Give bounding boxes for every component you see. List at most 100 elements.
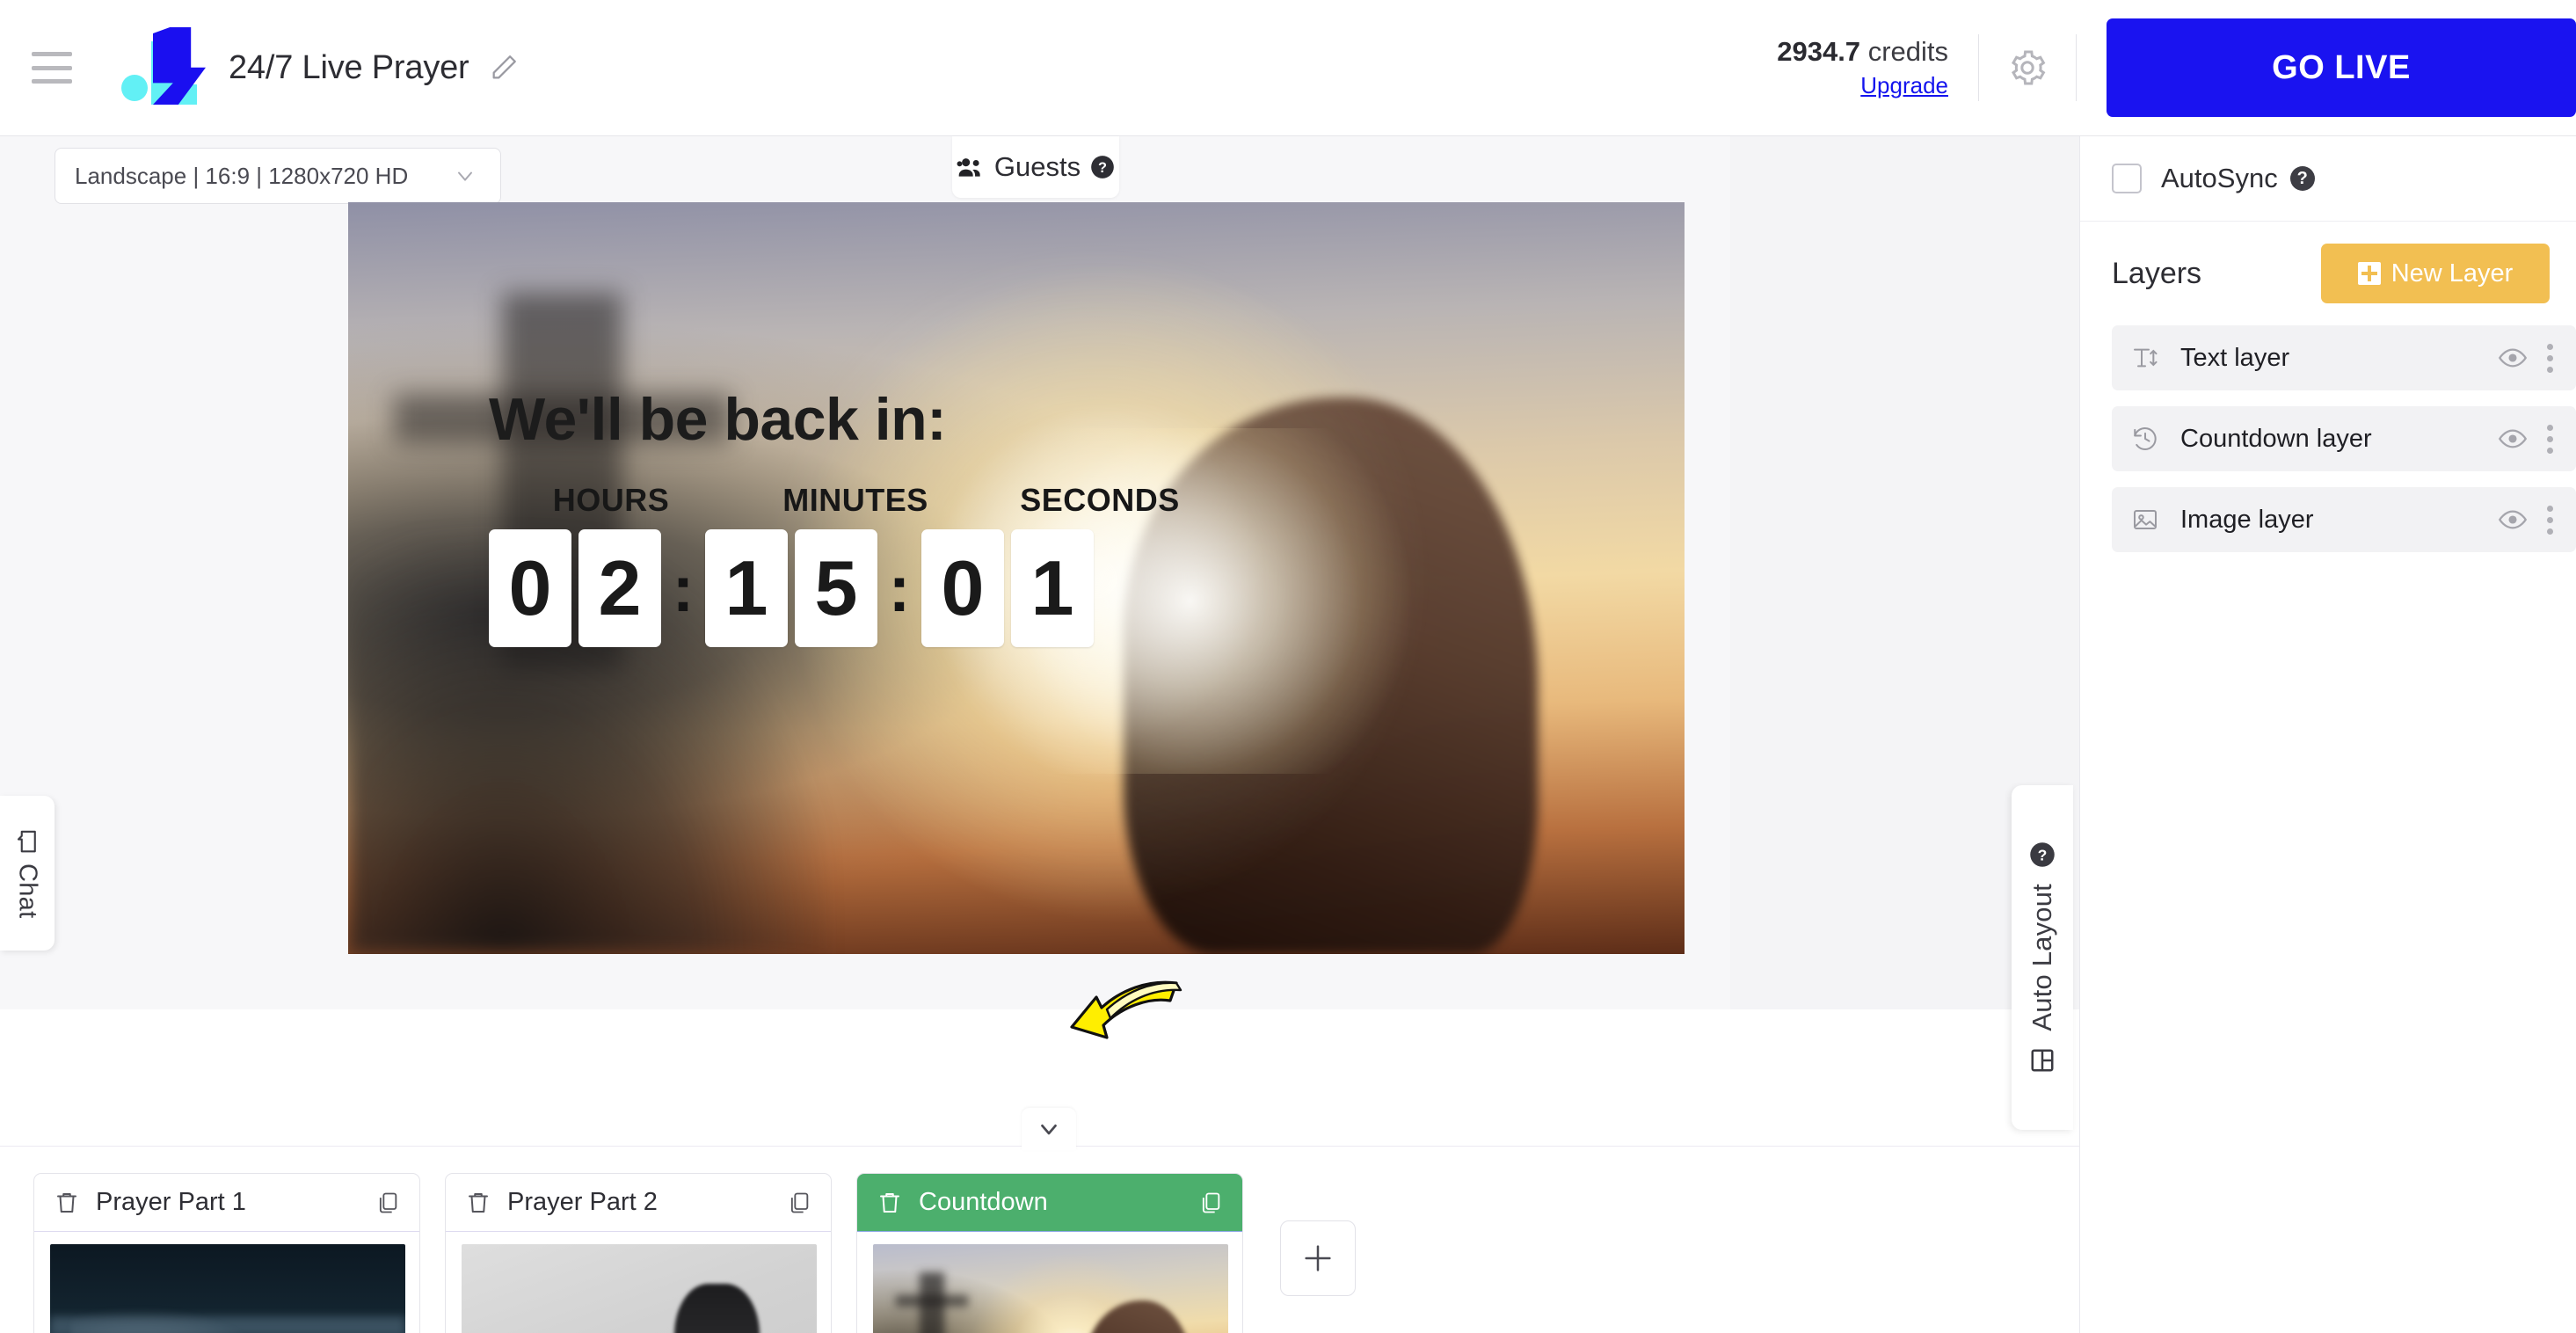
autosync-checkbox[interactable] — [2112, 164, 2142, 193]
aspect-ratio-select[interactable]: Landscape | 16:9 | 1280x720 HD — [55, 148, 501, 204]
kebab-menu-icon[interactable] — [2547, 424, 2553, 454]
scene-header: Countdown — [857, 1174, 1242, 1232]
layout-grid-icon — [2029, 1047, 2056, 1074]
chat-bubble-icon — [14, 828, 40, 855]
stage-inner: Landscape | 16:9 | 1280x720 HD Guests ? — [0, 136, 1730, 1009]
canvas-background-image: We'll be back in: HOURS MINUTES SECONDS … — [348, 202, 1685, 954]
countdown-seconds-group: 0 1 — [921, 529, 1094, 647]
app-header: 24/7 Live Prayer 2934.7 credits Upgrade — [0, 0, 2576, 136]
aspect-ratio-value: Landscape | 16:9 | 1280x720 HD — [75, 162, 409, 189]
eye-icon[interactable] — [2498, 424, 2528, 454]
help-circle-icon[interactable]: ? — [2289, 166, 2315, 191]
chat-tab-label: Chat — [13, 863, 42, 919]
eye-icon[interactable] — [2498, 505, 2528, 535]
layer-row-image[interactable]: Image layer — [2112, 487, 2576, 552]
scene-thumbnail-wrap: We'll be back in: — [857, 1232, 1242, 1333]
layers-list: Text layer Countdown layer Image layer — [2080, 325, 2576, 552]
countdown-title: We'll be back in: — [489, 386, 947, 453]
credits-line: 2934.7 credits — [1777, 35, 1948, 69]
countdown-unit-labels: HOURS MINUTES SECONDS — [489, 482, 1222, 519]
auto-layout-label: Auto Layout — [2027, 884, 2057, 1031]
pencil-icon[interactable] — [489, 53, 519, 83]
chat-tab[interactable]: Chat — [0, 796, 55, 951]
hamburger-icon[interactable] — [32, 52, 72, 84]
scene-name: Prayer Part 1 — [96, 1188, 246, 1216]
kebab-menu-icon[interactable] — [2547, 343, 2553, 373]
countdown-separator: : — [888, 551, 911, 625]
eye-icon[interactable] — [2498, 343, 2528, 373]
guests-button[interactable]: Guests ? — [952, 136, 1119, 198]
scene-card-prayer-part-2[interactable]: Prayer Part 2 — [445, 1173, 832, 1333]
page-title: 24/7 Live Prayer — [229, 48, 469, 86]
scene-header: Prayer Part 1 — [34, 1174, 419, 1232]
layer-row-countdown[interactable]: Countdown layer — [2112, 406, 2576, 471]
countdown-digits: 0 2 : 1 5 : 0 1 — [489, 529, 1094, 647]
scene-thumbnail-wrap — [446, 1232, 831, 1333]
new-layer-label: New Layer — [2390, 259, 2514, 288]
add-scene-button[interactable] — [1280, 1220, 1356, 1296]
brand-logo-icon[interactable] — [118, 27, 206, 108]
scene-thumbnail — [50, 1244, 405, 1333]
praying-hands-silhouette — [1086, 1300, 1193, 1333]
upgrade-link[interactable]: Upgrade — [1860, 71, 1948, 100]
countdown-label-seconds: SECONDS — [1020, 482, 1180, 518]
scene-thumbnail — [462, 1244, 817, 1333]
copy-icon[interactable] — [1198, 1191, 1223, 1215]
scene-thumbnail: We'll be back in: — [873, 1244, 1228, 1333]
svg-text:?: ? — [1098, 160, 1107, 176]
scene-card-prayer-part-1[interactable]: Prayer Part 1 — [33, 1173, 420, 1333]
trash-icon[interactable] — [54, 1190, 80, 1216]
kebab-menu-icon[interactable] — [2547, 505, 2553, 535]
countdown-digit: 1 — [705, 529, 788, 647]
countdown-digit: 5 — [795, 529, 877, 647]
scenes-bar: Prayer Part 1 Prayer Part 2 Countdown — [0, 1146, 2079, 1333]
layers-title: Layers — [2112, 256, 2202, 290]
autosync-row: AutoSync ? — [2080, 136, 2576, 222]
auto-layout-tab[interactable]: ? Auto Layout — [2012, 785, 2073, 1130]
clock-history-icon — [2131, 425, 2159, 453]
copy-icon[interactable] — [375, 1191, 400, 1215]
gear-icon[interactable] — [1979, 47, 2076, 89]
layer-actions — [2498, 343, 2553, 373]
right-panel: AutoSync ? Layers New Layer Text layer C… — [2079, 136, 2576, 1333]
help-circle-icon[interactable]: ? — [2029, 841, 2056, 868]
canvas-preview[interactable]: We'll be back in: HOURS MINUTES SECONDS … — [348, 202, 1685, 954]
copy-icon[interactable] — [787, 1191, 811, 1215]
credits-word: credits — [1867, 36, 1948, 68]
go-live-button[interactable]: GO LIVE — [2107, 18, 2576, 117]
trash-icon[interactable] — [877, 1190, 903, 1216]
countdown-separator: : — [672, 551, 695, 625]
scene-name: Countdown — [919, 1188, 1048, 1216]
layer-actions — [2498, 505, 2553, 535]
image-icon — [2131, 506, 2159, 534]
countdown-digit: 0 — [489, 529, 571, 647]
collapse-scenes-button[interactable] — [1022, 1108, 1076, 1150]
scene-header: Prayer Part 2 — [446, 1174, 831, 1232]
autosync-label: AutoSync — [2161, 163, 2278, 193]
countdown-digit: 1 — [1011, 529, 1094, 647]
header-right-group: 2934.7 credits Upgrade GO LIVE — [1777, 0, 2576, 135]
layer-row-text[interactable]: Text layer — [2112, 325, 2576, 390]
credits-value: 2934.7 — [1777, 36, 1861, 68]
header-divider-right — [2076, 34, 2077, 101]
new-layer-button[interactable]: New Layer — [2321, 244, 2550, 303]
countdown-hours-group: 0 2 — [489, 529, 661, 647]
people-icon — [957, 156, 985, 178]
layer-name: Text layer — [2180, 343, 2290, 372]
countdown-minutes-group: 1 5 — [705, 529, 877, 647]
text-layer-icon — [2131, 344, 2159, 372]
guests-label: Guests — [993, 151, 1081, 182]
credits-block: 2934.7 credits Upgrade — [1777, 35, 1978, 99]
scene-name: Prayer Part 2 — [507, 1188, 658, 1216]
countdown-overlay: We'll be back in: HOURS MINUTES SECONDS … — [348, 202, 1685, 954]
help-circle-icon[interactable]: ? — [1090, 155, 1115, 179]
layer-actions — [2498, 424, 2553, 454]
countdown-digit: 2 — [579, 529, 661, 647]
trash-icon[interactable] — [465, 1190, 491, 1216]
chevron-down-icon — [453, 164, 477, 188]
scene-card-countdown[interactable]: Countdown We'll be back in: — [856, 1173, 1243, 1333]
scene-thumbnail-wrap — [34, 1232, 419, 1333]
layers-header: Layers New Layer — [2080, 222, 2576, 325]
app-root: 24/7 Live Prayer 2934.7 credits Upgrade — [0, 0, 2576, 1333]
svg-text:?: ? — [2038, 847, 2048, 864]
